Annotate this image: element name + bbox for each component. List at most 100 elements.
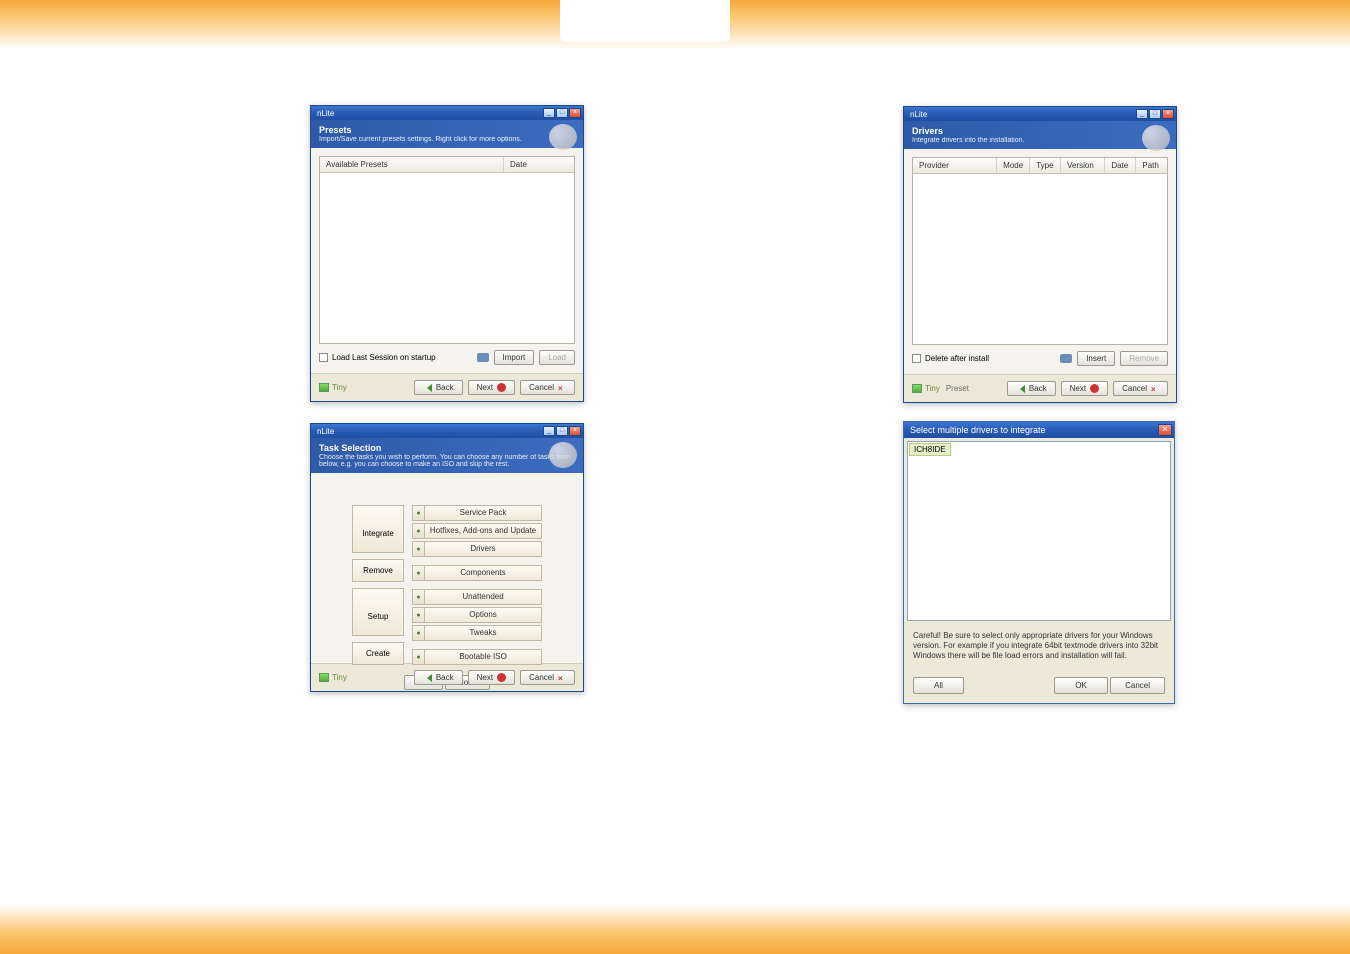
- task-check-icon: ●: [412, 589, 424, 605]
- minimize-button[interactable]: _: [1136, 109, 1148, 119]
- app-logo-icon: [1142, 125, 1170, 151]
- selected-driver-file[interactable]: ICH8IDE: [909, 443, 951, 456]
- cancel-button[interactable]: Cancel ×: [520, 380, 575, 395]
- load-last-label: Load Last Session on startup: [332, 353, 436, 362]
- task-options[interactable]: ●Options: [412, 607, 542, 623]
- task-unattended[interactable]: ●Unattended: [412, 589, 542, 605]
- col-date[interactable]: Date: [504, 157, 574, 172]
- snapshot-icon[interactable]: [477, 353, 489, 362]
- task-check-icon: ●: [412, 607, 424, 623]
- task-check-icon: ●: [412, 523, 424, 539]
- delete-after-checkbox[interactable]: Delete after install: [912, 354, 989, 363]
- next-button[interactable]: Next: [468, 380, 515, 395]
- col-provider[interactable]: Provider: [913, 158, 997, 173]
- task-label: Tweaks: [424, 625, 542, 641]
- next-label: Next: [477, 383, 493, 392]
- back-button[interactable]: Back: [414, 670, 463, 685]
- back-icon: [423, 674, 432, 682]
- insert-button[interactable]: Insert: [1077, 351, 1115, 366]
- cancel-label: Cancel: [529, 383, 554, 392]
- close-button[interactable]: ×: [1158, 424, 1172, 436]
- minimize-button[interactable]: _: [543, 108, 555, 118]
- maximize-button[interactable]: □: [556, 108, 568, 118]
- drivers-list[interactable]: Provider Mode Type Version Date Path: [912, 157, 1168, 345]
- task-label: Bootable ISO: [424, 649, 542, 665]
- checkbox-icon: [912, 354, 921, 363]
- col-mode[interactable]: Mode: [997, 158, 1030, 173]
- snapshot-icon[interactable]: [1060, 354, 1072, 363]
- cancel-label: Cancel: [529, 673, 554, 682]
- cancel-label: Cancel: [1122, 384, 1147, 393]
- warning-text: Careful! Be sure to select only appropri…: [907, 621, 1171, 671]
- back-button[interactable]: Back: [1007, 381, 1056, 396]
- col-type[interactable]: Type: [1030, 158, 1061, 173]
- task-bootable-iso[interactable]: ●Bootable ISO: [412, 649, 542, 665]
- maximize-button[interactable]: □: [556, 426, 568, 436]
- task-hotfixes[interactable]: ●Hotfixes, Add-ons and Update Packs: [412, 523, 542, 539]
- task-check-icon: ●: [412, 625, 424, 641]
- window-title: nLite: [313, 109, 334, 118]
- app-logo-icon: [549, 124, 577, 150]
- tiny-link[interactable]: Tiny: [925, 384, 940, 393]
- next-icon: [497, 383, 506, 392]
- panel-heading: Presets: [319, 125, 575, 135]
- panel-subheading: Integrate drivers into the installation.: [912, 137, 1168, 144]
- remove-button[interactable]: Remove: [1120, 351, 1168, 366]
- presets-list[interactable]: Available Presets Date: [319, 156, 575, 344]
- back-label: Back: [436, 673, 454, 682]
- category-remove: Remove: [352, 559, 404, 582]
- task-label: Drivers: [424, 541, 542, 557]
- import-button[interactable]: Import: [494, 350, 535, 365]
- presets-window: nLite _ □ × Presets Import/Save current …: [310, 105, 584, 402]
- preset-link[interactable]: Preset: [946, 384, 969, 393]
- task-label: Hotfixes, Add-ons and Update Packs: [424, 523, 542, 539]
- tiny-link[interactable]: Tiny: [332, 673, 347, 682]
- next-button[interactable]: Next: [1061, 381, 1108, 396]
- panel-subheading: Choose the tasks you wish to perform. Yo…: [319, 454, 575, 468]
- cancel-icon: ×: [558, 384, 566, 392]
- col-presets[interactable]: Available Presets: [320, 157, 504, 172]
- window-titlebar: nLite _ □ ×: [311, 424, 583, 438]
- load-button[interactable]: Load: [539, 350, 575, 365]
- col-date[interactable]: Date: [1105, 158, 1136, 173]
- presets-list-empty: [320, 173, 574, 343]
- select-all-button[interactable]: All: [913, 677, 964, 694]
- next-button[interactable]: Next: [468, 670, 515, 685]
- col-path[interactable]: Path: [1136, 158, 1167, 173]
- next-label: Next: [477, 673, 493, 682]
- panel-subheading: Import/Save current presets settings. Ri…: [319, 136, 575, 143]
- cancel-icon: ×: [1151, 385, 1159, 393]
- window-titlebar: nLite _ □ ×: [311, 106, 583, 120]
- close-button[interactable]: ×: [569, 426, 581, 436]
- task-components[interactable]: ●Components: [412, 565, 542, 581]
- drivers-list-empty: [913, 174, 1167, 344]
- panel-heading: Task Selection: [319, 443, 575, 453]
- tiny-link[interactable]: Tiny: [332, 383, 347, 392]
- close-button[interactable]: ×: [1162, 109, 1174, 119]
- task-drivers[interactable]: ●Drivers: [412, 541, 542, 557]
- maximize-button[interactable]: □: [1149, 109, 1161, 119]
- minimize-button[interactable]: _: [543, 426, 555, 436]
- cancel-button[interactable]: Cancel: [1110, 677, 1165, 694]
- window-title: nLite: [313, 427, 334, 436]
- category-setup: Setup: [352, 588, 404, 636]
- ok-button[interactable]: OK: [1054, 677, 1108, 694]
- cancel-button[interactable]: Cancel ×: [520, 670, 575, 685]
- driver-file-list[interactable]: ICH8IDE: [907, 441, 1171, 621]
- next-icon: [1090, 384, 1099, 393]
- task-check-icon: ●: [412, 565, 424, 581]
- window-titlebar: Select multiple drivers to integrate ×: [904, 422, 1174, 438]
- col-version[interactable]: Version: [1061, 158, 1105, 173]
- task-service-pack[interactable]: ●Service Pack: [412, 505, 542, 521]
- task-label: Unattended: [424, 589, 542, 605]
- cancel-button[interactable]: Cancel ×: [1113, 381, 1168, 396]
- window-title: nLite: [906, 110, 927, 119]
- cancel-icon: ×: [558, 674, 566, 682]
- load-last-checkbox[interactable]: Load Last Session on startup: [319, 353, 436, 362]
- description-bar: Drivers Integrate drivers into the insta…: [904, 121, 1176, 149]
- delete-after-label: Delete after install: [925, 354, 989, 363]
- back-button[interactable]: Back: [414, 380, 463, 395]
- task-tweaks[interactable]: ●Tweaks: [412, 625, 542, 641]
- close-button[interactable]: ×: [569, 108, 581, 118]
- checkbox-icon: [319, 353, 328, 362]
